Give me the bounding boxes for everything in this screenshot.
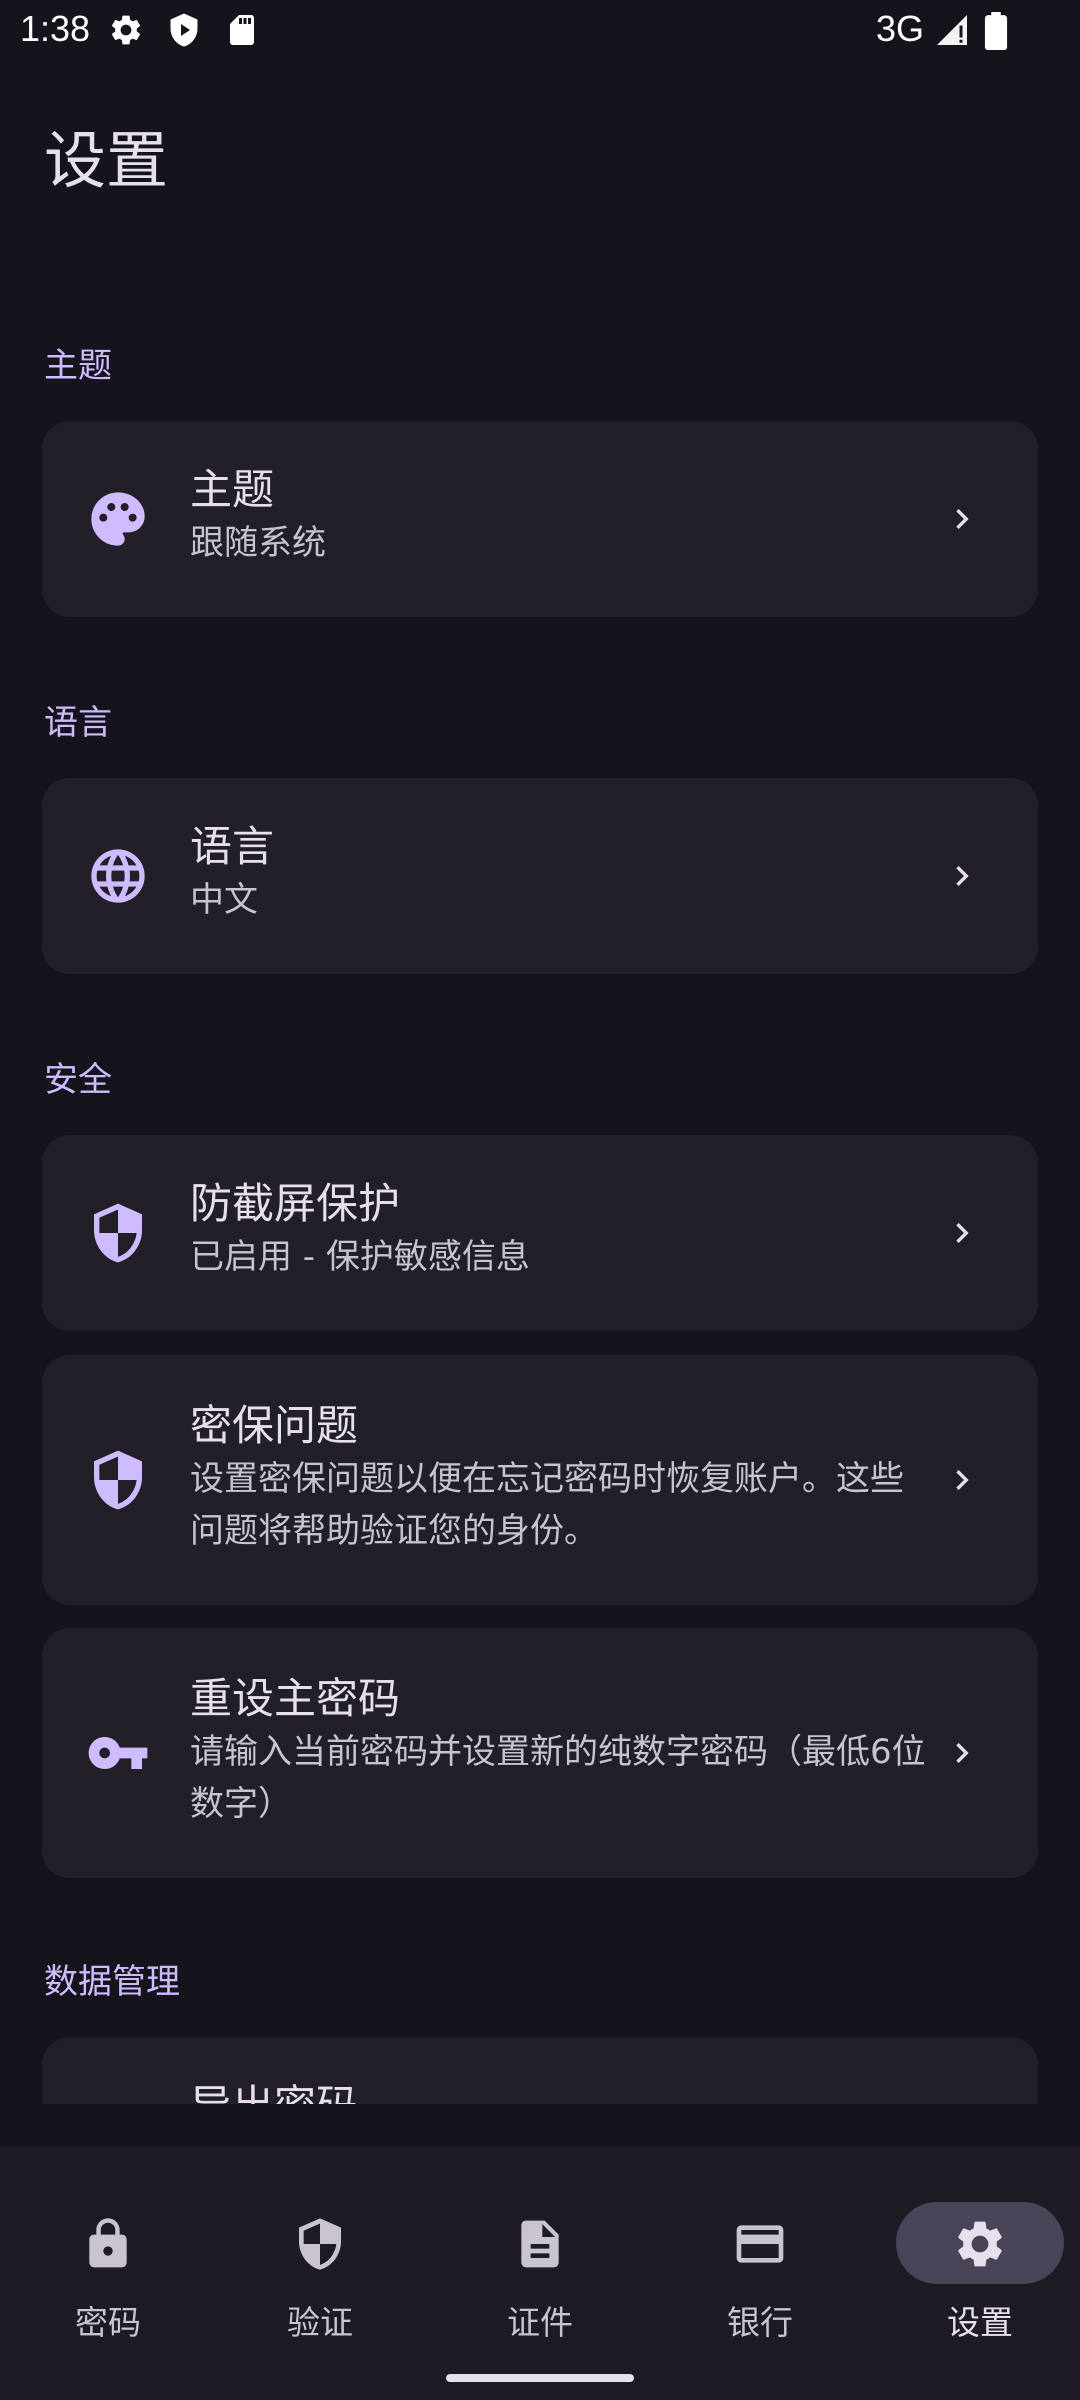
nav-item-settings[interactable]: 设置 [872, 2172, 1080, 2342]
chevron-right-icon [956, 1223, 969, 1243]
language-card-title: 语言 [190, 822, 275, 871]
shield-icon [299, 2218, 341, 2270]
section-title-security: 安全 [44, 1060, 112, 1100]
nav-label: 验证 [287, 2303, 353, 2342]
security-questions-title: 密保问题 [190, 1401, 359, 1450]
shield-icon [94, 1450, 142, 1510]
screenshot-protection-card[interactable]: 防截屏保护 已启用 - 保护敏感信息 [42, 1135, 1038, 1331]
globe-icon [91, 849, 145, 903]
chevron-right-icon [956, 1743, 969, 1763]
chevron-right-icon [956, 1470, 969, 1490]
document-icon [521, 2220, 559, 2268]
lock-icon [89, 2218, 127, 2268]
gear-icon [958, 2221, 1002, 2267]
palette-icon [91, 492, 145, 546]
theme-card-subtitle: 跟随系统 [190, 523, 326, 563]
screenshot-protection-title: 防截屏保护 [190, 1179, 401, 1228]
nav-label: 密码 [75, 2303, 141, 2342]
page-title: 设置 [44, 124, 169, 197]
language-card[interactable]: 语言 中文 [42, 778, 1038, 974]
shield-icon [94, 1203, 142, 1263]
nav-item-bank[interactable]: 银行 [652, 2172, 868, 2342]
nav-item-verify[interactable]: 验证 [212, 2172, 428, 2342]
nav-label: 银行 [727, 2303, 793, 2342]
credit-card-icon [736, 2225, 784, 2263]
chevron-right-icon [956, 509, 969, 529]
reset-master-password-subtitle: 请输入当前密码并设置新的纯数字密码（最低6位数字） [190, 1732, 926, 1824]
section-title-data-management: 数据管理 [44, 1962, 180, 2002]
security-questions-subtitle: 设置密保问题以便在忘记密码时恢复账户。这些问题将帮助验证您的身份。 [190, 1459, 904, 1551]
screenshot-protection-subtitle: 已启用 - 保护敏感信息 [190, 1237, 530, 1277]
section-title-theme: 主题 [44, 346, 112, 386]
reset-master-password-title: 重设主密码 [190, 1674, 401, 1723]
bottom-navigation: 密码 验证 证件 银行 设置 [0, 2146, 1080, 2400]
nav-item-documents[interactable]: 证件 [432, 2172, 648, 2342]
chevron-right-icon [956, 866, 969, 886]
theme-card[interactable]: 主题 跟随系统 [42, 421, 1038, 617]
theme-card-title: 主题 [190, 465, 275, 514]
key-icon [88, 1737, 148, 1769]
reset-master-password-card[interactable]: 重设主密码 请输入当前密码并设置新的纯数字密码（最低6位数字） [42, 1628, 1038, 1878]
security-questions-card[interactable]: 密保问题 设置密保问题以便在忘记密码时恢复账户。这些问题将帮助验证您的身份。 [42, 1355, 1038, 1605]
section-title-language: 语言 [44, 703, 112, 743]
export-passwords-card[interactable]: 导出密码 [42, 2037, 1038, 2104]
nav-item-passwords[interactable]: 密码 [0, 2172, 216, 2342]
nav-label: 证件 [507, 2303, 573, 2342]
nav-label: 设置 [947, 2303, 1013, 2342]
language-card-subtitle: 中文 [190, 880, 258, 920]
settings-content: 设置 主题 主题 跟随系统 语言 语言 中文 安全 防截屏保护 已启用 - 保护… [0, 0, 1080, 2104]
home-indicator[interactable] [446, 2374, 634, 2382]
export-passwords-title: 导出密码 [190, 2079, 928, 2104]
